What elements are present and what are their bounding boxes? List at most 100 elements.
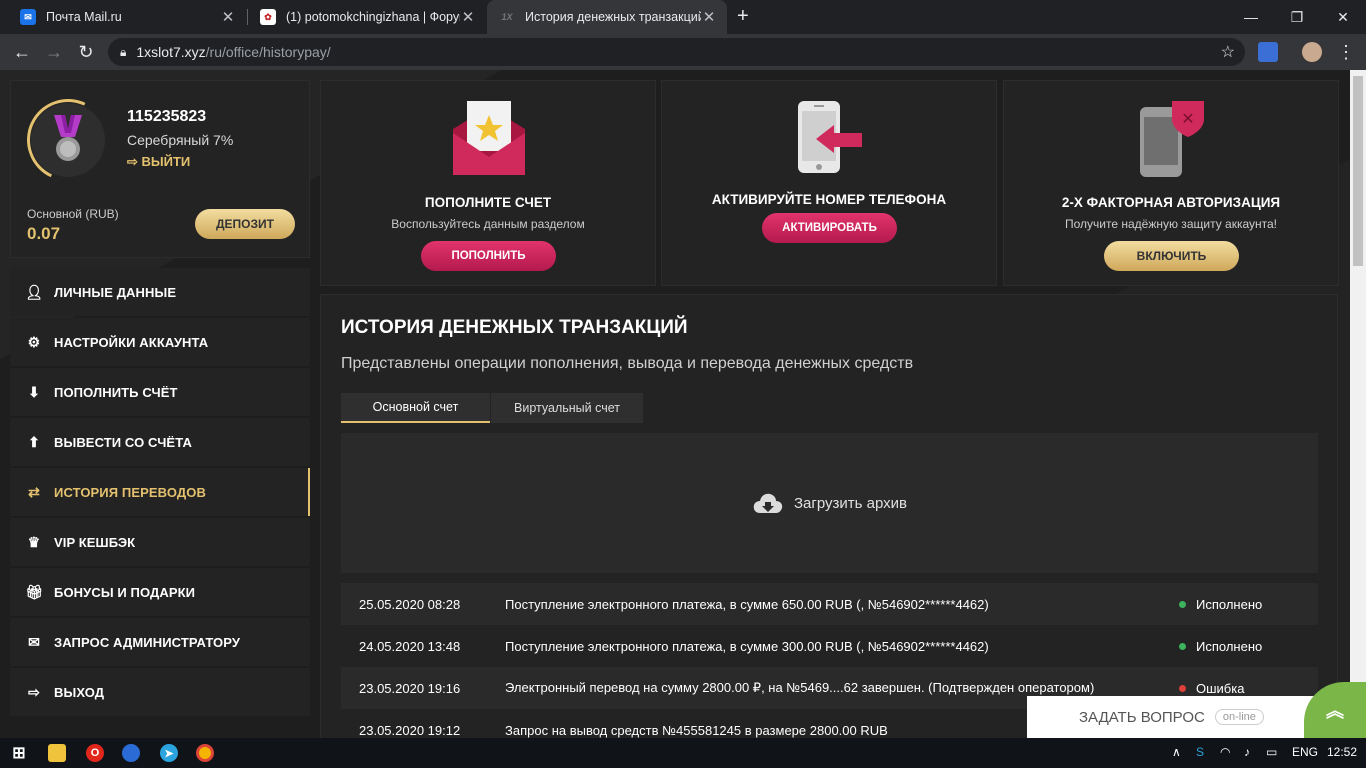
keyboard-icon[interactable]: ▭ <box>1266 745 1277 759</box>
status-badge: Ошибка <box>1179 681 1244 696</box>
sidebar-item-admin-request[interactable]: ✉ ЗАПРОС АДМИНИСТРАТОРУ <box>10 618 310 666</box>
new-tab-button[interactable]: + <box>737 5 749 28</box>
windows-start-icon[interactable]: ⊞ <box>10 744 28 762</box>
forum-favicon: ✿ <box>260 9 276 25</box>
promo-card-deposit: ПОПОЛНИТЕ СЧЕТ Воспользуйтесь данным раз… <box>320 80 656 286</box>
gift-icon: 🎁︎ <box>25 583 43 600</box>
forward-icon[interactable]: → <box>42 40 66 64</box>
envelope-icon: ✉ <box>28 633 40 650</box>
balance-label: Основной (RUB) <box>27 207 119 221</box>
tab-virtual-account[interactable]: Виртуальный счет <box>491 393 643 423</box>
enable-2fa-button[interactable]: ВКЛЮЧИТЬ <box>1104 241 1239 271</box>
table-row: 24.05.2020 13:48 Поступление электронног… <box>359 638 1263 654</box>
sidebar-item-exit[interactable]: ⇨ ВЫХОД <box>10 668 310 716</box>
download-icon: ⬇ <box>28 383 40 400</box>
restore-button[interactable]: ❐ <box>1274 0 1320 34</box>
logout-link[interactable]: ⇨ ВЫЙТИ <box>127 154 190 170</box>
wifi-icon[interactable]: ◠ <box>1220 745 1230 759</box>
status-badge: Исполнено <box>1179 639 1262 654</box>
profile-avatar-icon[interactable] <box>1302 42 1322 62</box>
skype-icon[interactable]: S <box>1196 745 1204 759</box>
online-badge: on-line <box>1214 709 1264 725</box>
deposit-promo-button[interactable]: ПОПОЛНИТЬ <box>421 241 556 271</box>
language-indicator[interactable]: ENG <box>1292 745 1318 759</box>
avatar <box>15 87 121 193</box>
page-subtitle: Представлены операции пополнения, вывода… <box>341 355 914 372</box>
promo-title: АКТИВИРУЙТЕ НОМЕР ТЕЛЕФОНА <box>711 192 947 207</box>
sidebar-item-account-settings[interactable]: ⚙ НАСТРОЙКИ АККАУНТА <box>10 318 310 366</box>
logout-icon: ⇨ <box>127 154 142 169</box>
table-row: 25.05.2020 08:28 Поступление электронног… <box>341 583 1318 625</box>
sidebar-item-personal-data[interactable]: 👤︎ ЛИЧНЫЕ ДАННЫЕ <box>10 268 310 316</box>
status-badge: Исполнено <box>1179 597 1262 612</box>
sidebar-item-transfer-history[interactable]: ⇄ ИСТОРИЯ ПЕРЕВОДОВ <box>10 468 310 516</box>
deposit-button[interactable]: ДЕПОЗИТ <box>195 209 295 239</box>
promo-title: 2-Х ФАКТОРНАЯ АВТОРИЗАЦИЯ <box>1061 195 1281 210</box>
tab-forum[interactable]: ✿ (1) potomokchingizhana | Форум ✕ <box>248 0 486 34</box>
file-explorer-icon[interactable] <box>48 744 66 762</box>
sidebar-item-withdraw[interactable]: ⬆ ВЫВЕСТИ СО СЧЁТА <box>10 418 310 466</box>
crown-icon: ♛ <box>27 533 41 550</box>
tab-main-account[interactable]: Основной счет <box>341 393 490 423</box>
sidebar-item-deposit[interactable]: ⬇ ПОПОЛНИТЬ СЧЁТ <box>10 368 310 416</box>
promo-subtitle: Получите надёжную защиту аккаунта! <box>1064 217 1277 231</box>
mail-favicon: ✉ <box>20 9 36 25</box>
download-archive-button[interactable]: Загрузить архив <box>341 433 1318 573</box>
user-plus-icon: 👤︎ <box>25 283 43 300</box>
status-dot <box>1179 684 1186 692</box>
exit-icon: ⇨ <box>28 683 40 700</box>
page-scrollbar[interactable] <box>1350 70 1366 738</box>
page-content: 115235823 Серебряный 7% ⇨ ВЫЙТИ Основной… <box>0 70 1350 738</box>
back-icon[interactable]: ← <box>10 40 34 64</box>
tray-chevron-icon[interactable]: ∧ <box>1172 745 1181 759</box>
exchange-icon: ⇄ <box>28 483 40 500</box>
extension-icon[interactable] <box>1258 42 1278 62</box>
close-icon[interactable]: ✕ <box>220 8 236 26</box>
account-tabs: Основной счет Виртуальный счет <box>341 393 643 423</box>
minimize-button[interactable]: — <box>1228 0 1274 34</box>
tab-mail[interactable]: ✉ Почта Mail.ru ✕ <box>8 0 246 34</box>
tab-history[interactable]: 1X История денежных транзакций ✕ <box>487 0 727 34</box>
phone-arrow-icon <box>798 101 862 173</box>
profile-card: 115235823 Серебряный 7% ⇨ ВЫЙТИ Основной… <box>10 80 310 258</box>
taskbar: ⊞ O ➤ ∧ S ◠ ♪ ▭ ENG 12:52 <box>0 738 1366 768</box>
transaction-history-panel: ИСТОРИЯ ДЕНЕЖНЫХ ТРАНЗАКЦИЙ Представлены… <box>320 294 1338 738</box>
promo-card-phone: АКТИВИРУЙТЕ НОМЕР ТЕЛЕФОНА АКТИВИРОВАТЬ <box>661 80 997 286</box>
1x-favicon: 1X <box>501 12 513 22</box>
status-dot <box>1179 642 1186 650</box>
window-close-button[interactable]: ✕ <box>1320 0 1366 34</box>
silver-medal-icon <box>54 115 82 161</box>
browser-toolbar: ← → ↻ 🔒︎ 1xslot7.xyz/ru/office/historypa… <box>0 34 1366 70</box>
reload-icon[interactable]: ↻ <box>74 40 98 64</box>
cloud-download-icon <box>753 493 783 513</box>
ask-question-label: ЗАДАТЬ ВОПРОС <box>1079 708 1205 726</box>
close-icon[interactable]: ✕ <box>460 8 476 26</box>
envelope-star-icon <box>453 101 525 175</box>
drop-app-icon[interactable] <box>122 744 140 762</box>
browser-tabbar: ✉ Почта Mail.ru ✕ ✿ (1) potomokchingizha… <box>0 0 1366 34</box>
balance-value: 0.07 <box>27 224 61 243</box>
promo-subtitle: Воспользуйтесь данным разделом <box>391 217 585 231</box>
close-icon[interactable]: ✕ <box>701 8 717 26</box>
bookmark-star-icon[interactable]: ☆ <box>1221 42 1235 62</box>
address-bar[interactable]: 🔒︎ 1xslot7.xyz/ru/office/historypay/ ☆ <box>108 38 1245 66</box>
opera-icon[interactable]: O <box>86 744 104 762</box>
activate-phone-button[interactable]: АКТИВИРОВАТЬ <box>762 213 897 243</box>
sidebar-item-vip-cashback[interactable]: ♛ VIP КЕШБЭК <box>10 518 310 566</box>
telegram-icon[interactable]: ➤ <box>160 744 178 762</box>
svg-text:✕: ✕ <box>1181 109 1194 128</box>
loyalty-level: Серебряный 7% <box>127 132 234 148</box>
volume-icon[interactable]: ♪ <box>1244 745 1250 759</box>
upload-icon: ⬆ <box>28 433 40 450</box>
clock[interactable]: 12:52 <box>1327 745 1357 759</box>
lock-icon: 🔒︎ <box>120 44 127 59</box>
promo-title: ПОПОЛНИТЕ СЧЕТ <box>424 195 552 210</box>
page-title: ИСТОРИЯ ДЕНЕЖНЫХ ТРАНЗАКЦИЙ <box>341 317 688 338</box>
chrome-icon[interactable] <box>196 744 214 762</box>
gears-icon: ⚙ <box>27 333 41 350</box>
browser-menu-icon[interactable]: ⋮ <box>1334 40 1358 64</box>
scrollbar-thumb[interactable] <box>1353 76 1363 266</box>
sidebar-item-bonuses[interactable]: 🎁︎ БОНУСЫ И ПОДАРКИ <box>10 568 310 616</box>
ask-question-widget[interactable]: ЗАДАТЬ ВОПРОС on-line ︽ <box>1027 682 1366 738</box>
user-id: 115235823 <box>127 108 207 125</box>
